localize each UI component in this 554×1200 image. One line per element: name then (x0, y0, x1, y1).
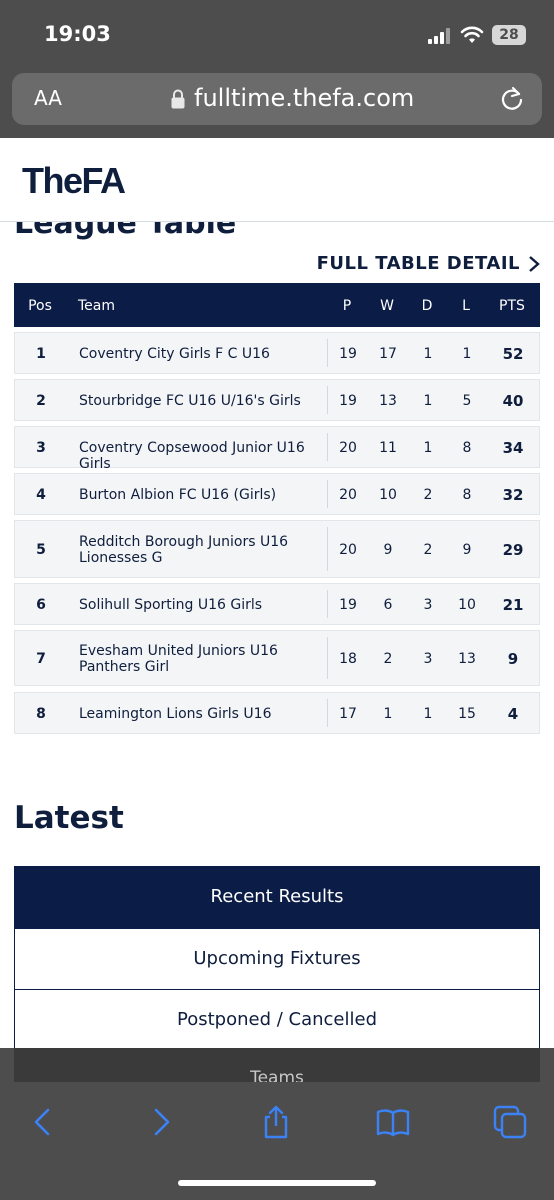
row-team[interactable]: Stourbridge FC U16 U/16's Girls (79, 393, 329, 409)
row-points: 40 (502, 392, 524, 410)
row-lost: 15 (458, 706, 476, 722)
row-pos: 4 (36, 487, 46, 503)
row-pos: 7 (36, 651, 46, 667)
lock-icon (171, 89, 185, 109)
row-team[interactable]: Redditch Borough Juniors U16 Lionesses G (79, 534, 289, 566)
row-points: 34 (502, 439, 524, 457)
row-team[interactable]: Evesham United Juniors U16 Panthers Girl (79, 643, 289, 675)
row-played: 19 (339, 393, 357, 409)
row-drawn: 1 (423, 440, 433, 456)
col-won: W (380, 298, 394, 314)
col-played: P (342, 298, 352, 314)
upcoming-fixtures-button[interactable]: Upcoming Fixtures (14, 928, 540, 990)
row-played: 17 (339, 706, 357, 722)
table-header: Pos Team P W D L PTS (14, 283, 540, 327)
row-won: 13 (379, 393, 397, 409)
row-pos: 2 (36, 393, 46, 409)
row-drawn: 3 (423, 651, 433, 667)
row-won: 9 (383, 542, 393, 558)
row-played: 18 (339, 651, 357, 667)
row-drawn: 1 (423, 706, 433, 722)
table-row[interactable]: 1 Coventry City Girls F C U16 19 17 1 1 … (14, 332, 540, 374)
row-won: 6 (383, 597, 393, 613)
col-pos: Pos (28, 298, 52, 314)
table-row[interactable]: 7 Evesham United Juniors U16 Panthers Gi… (14, 630, 540, 686)
address-bar[interactable]: AA fulltime.thefa.com (12, 73, 542, 125)
row-team[interactable]: Coventry City Girls F C U16 (79, 346, 329, 362)
full-table-detail-link[interactable]: FULL TABLE DETAIL (317, 253, 540, 274)
row-pos: 1 (36, 346, 46, 362)
site-header: TheFA (0, 138, 554, 222)
table-row[interactable]: 3 Coventry Copsewood Junior U16 Girls 20… (14, 426, 540, 472)
col-team: Team (78, 298, 116, 314)
status-time: 19:03 (44, 22, 111, 46)
teams-button[interactable]: Teams (14, 1048, 540, 1082)
table-row[interactable]: 2 Stourbridge FC U16 U/16's Girls 19 13 … (14, 379, 540, 421)
url-text[interactable]: fulltime.thefa.com (194, 84, 414, 112)
row-played: 20 (339, 487, 357, 503)
full-table-detail-label: FULL TABLE DETAIL (316, 253, 520, 274)
row-lost: 5 (462, 393, 472, 409)
table-row[interactable]: 4 Burton Albion FC U16 (Girls) 20 10 2 8… (14, 473, 540, 515)
the-fa-logo[interactable]: TheFA (22, 160, 126, 202)
row-pos: 8 (36, 706, 46, 722)
bookmarks-icon[interactable] (375, 1104, 411, 1140)
row-points: 9 (507, 650, 519, 668)
row-won: 11 (379, 440, 397, 456)
row-won: 2 (383, 651, 393, 667)
row-pos: 3 (36, 440, 46, 456)
row-points: 32 (502, 486, 524, 504)
row-points: 29 (502, 541, 524, 559)
text-size-button[interactable]: AA (34, 86, 62, 110)
row-team[interactable]: Coventry Copsewood Junior U16 Girls (79, 440, 329, 472)
row-lost: 10 (458, 597, 476, 613)
home-indicator (178, 1180, 376, 1186)
col-points: PTS (499, 298, 525, 314)
chevron-right-icon (529, 255, 540, 272)
back-icon[interactable] (24, 1104, 60, 1140)
row-pos: 6 (36, 597, 46, 613)
row-pos: 5 (36, 542, 46, 558)
row-played: 19 (339, 597, 357, 613)
reload-icon[interactable] (498, 85, 526, 113)
row-points: 4 (507, 705, 519, 723)
row-won: 1 (383, 706, 393, 722)
row-won: 10 (379, 487, 397, 503)
row-won: 17 (379, 346, 397, 362)
row-played: 19 (339, 346, 357, 362)
table-row[interactable]: 6 Solihull Sporting U16 Girls 19 6 3 10 … (14, 583, 540, 625)
recent-results-button[interactable]: Recent Results (14, 866, 540, 928)
row-lost: 1 (462, 346, 472, 362)
row-played: 20 (339, 440, 357, 456)
tabs-icon[interactable] (492, 1104, 528, 1140)
row-team[interactable]: Solihull Sporting U16 Girls (79, 597, 329, 613)
row-lost: 9 (462, 542, 472, 558)
row-points: 21 (502, 596, 524, 614)
row-lost: 13 (458, 651, 476, 667)
row-drawn: 1 (423, 393, 433, 409)
row-team[interactable]: Leamington Lions Girls U16 (79, 706, 329, 722)
row-drawn: 2 (423, 487, 433, 503)
row-lost: 8 (462, 440, 472, 456)
row-drawn: 2 (423, 542, 433, 558)
col-lost: L (462, 298, 470, 314)
row-played: 20 (339, 542, 357, 558)
cellular-signal-icon (428, 28, 454, 44)
row-drawn: 1 (423, 346, 433, 362)
wifi-icon (460, 26, 484, 43)
row-points: 52 (502, 345, 524, 363)
row-team[interactable]: Burton Albion FC U16 (Girls) (79, 487, 329, 503)
table-row[interactable]: 8 Leamington Lions Girls U16 17 1 1 15 4 (14, 692, 540, 734)
postponed-cancelled-button[interactable]: Postponed / Cancelled (14, 989, 540, 1051)
table-row[interactable]: 5 Redditch Borough Juniors U16 Lionesses… (14, 520, 540, 578)
browser-top-bar: 19:03 28 AA fulltime.thefa.com (0, 0, 554, 138)
latest-heading: Latest (14, 800, 124, 836)
share-icon[interactable] (258, 1104, 294, 1140)
row-drawn: 3 (423, 597, 433, 613)
col-drawn: D (421, 298, 433, 314)
forward-icon[interactable] (144, 1104, 180, 1140)
row-lost: 8 (462, 487, 472, 503)
battery-icon: 28 (492, 25, 526, 45)
